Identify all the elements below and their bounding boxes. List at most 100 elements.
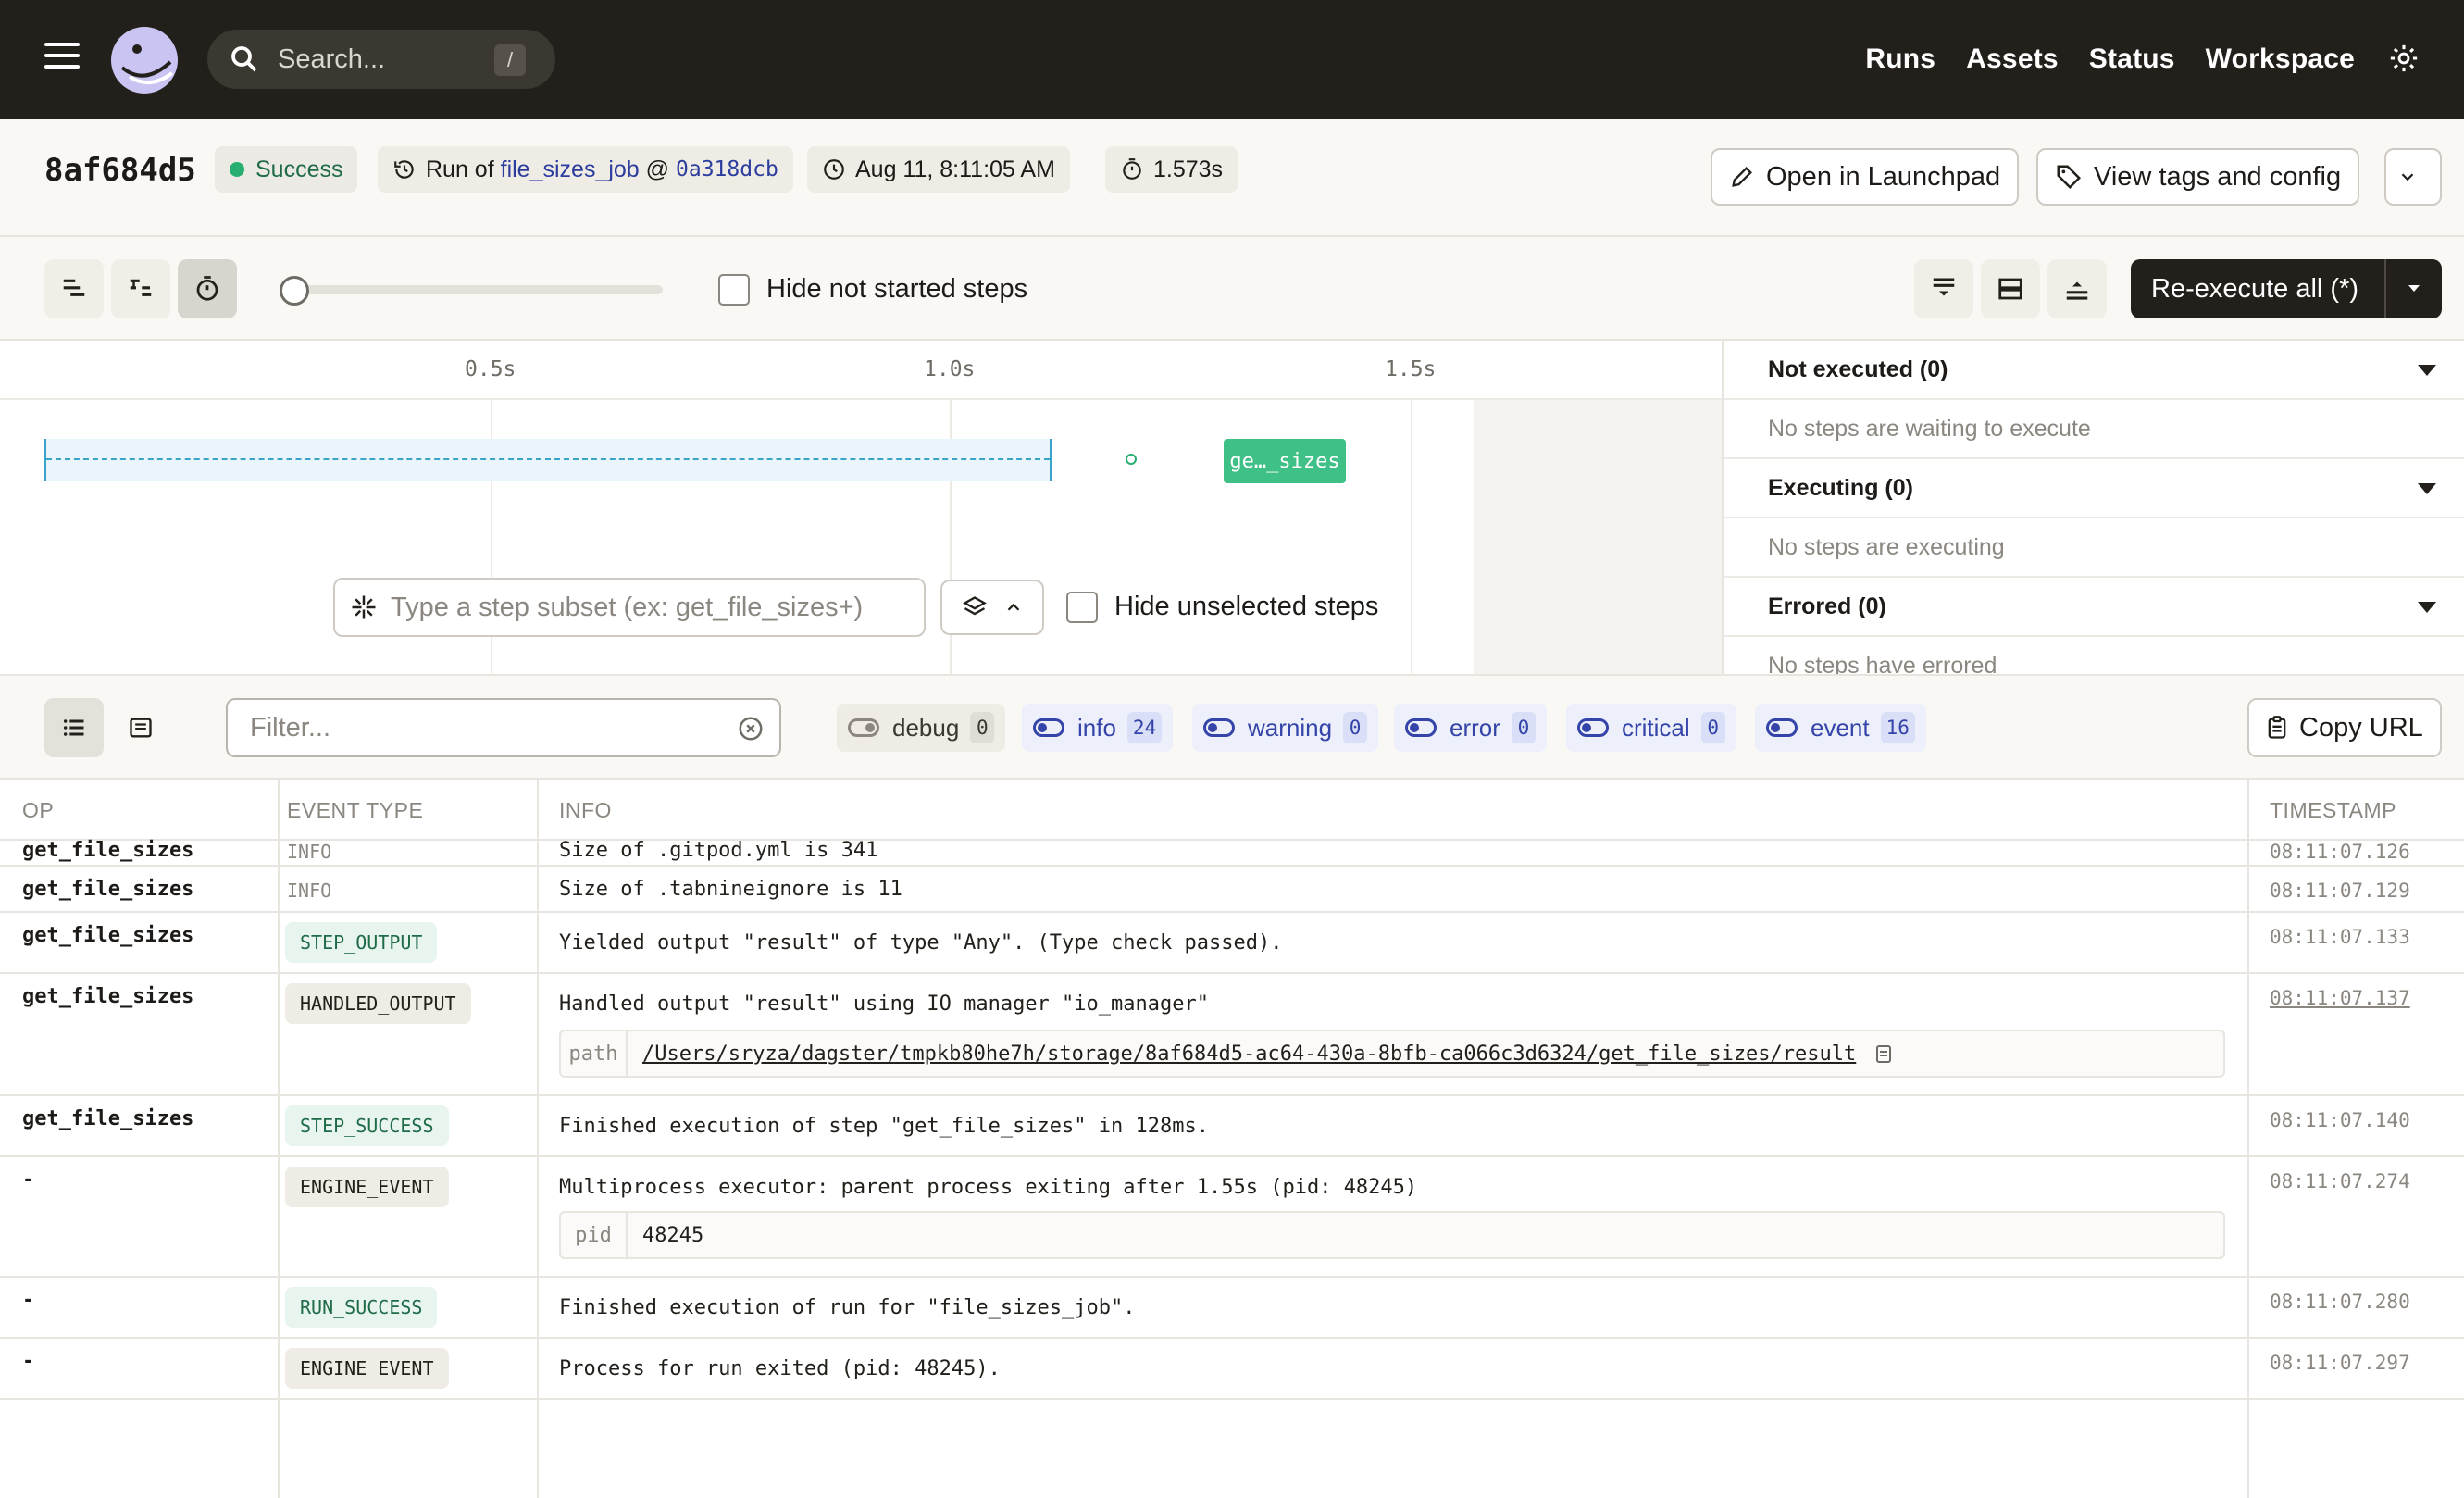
toggle-icon [848, 718, 879, 737]
clear-filter-icon[interactable] [737, 715, 765, 743]
more-actions-button[interactable] [2384, 148, 2442, 206]
zoom-slider-thumb[interactable] [280, 276, 309, 306]
executing-empty: No steps are executing [1724, 518, 2464, 578]
toggle-icon [1577, 718, 1609, 737]
event-type-badge: STEP_OUTPUT [285, 922, 438, 963]
event-type-badge: ENGINE_EVENT [285, 1348, 449, 1389]
level-toggle-critical[interactable]: critical 0 [1566, 704, 1736, 752]
step-subset-input[interactable]: Type a step subset (ex: get_file_sizes+) [333, 578, 926, 637]
log-filter-input[interactable]: Filter... [226, 698, 781, 757]
menu-icon[interactable] [44, 43, 81, 76]
job-link[interactable]: file_sizes_job [501, 156, 640, 183]
status-text: Success [255, 156, 343, 182]
nav-links: Runs Assets Status Workspace [1865, 0, 2355, 119]
log-toolbar: Filter... debug 0 info 24 warning 0 error 0 … [0, 676, 2464, 780]
history-icon [394, 160, 414, 179]
commit-link[interactable]: 0a318dcb [676, 157, 778, 181]
level-toggle-event[interactable]: event 16 [1755, 704, 1926, 752]
future-region [1474, 400, 1722, 674]
metadata-path-link[interactable]: /Users/sryza/dagster/tmpkb80he7h/storage… [628, 1042, 1895, 1066]
table-row: get_file_sizes INFO Size of .gitpod.yml … [0, 839, 2464, 867]
reexecute-all-button[interactable]: Re-execute all (*) [2131, 259, 2442, 318]
executing-header[interactable]: Executing (0) [1724, 459, 2464, 518]
gear-icon[interactable] [2388, 43, 2420, 74]
errored-header[interactable]: Errored (0) [1724, 578, 2464, 637]
sparkle-icon [352, 595, 376, 619]
hide-not-started-label: Hide not started steps [766, 274, 1028, 304]
event-type-badge: ENGINE_EVENT [285, 1167, 449, 1207]
not-executed-header[interactable]: Not executed (0) [1724, 341, 2464, 400]
log-table-header: OP EVENT TYPE INFO TIMESTAMP [0, 780, 2464, 841]
level-toggle-warning[interactable]: warning 0 [1192, 704, 1379, 752]
metadata-key: pid [561, 1213, 628, 1257]
run-id: 8af684d5 [44, 152, 196, 189]
structured-logs-button[interactable] [44, 698, 104, 757]
split-view-button[interactable] [1981, 259, 2040, 318]
metadata-entry-pid: pid 48245 [559, 1211, 2225, 1259]
toggle-icon [1033, 718, 1064, 737]
step-box-get-file-sizes[interactable]: ge…_sizes [1224, 439, 1346, 483]
column-header-event-type: EVENT TYPE [287, 798, 424, 822]
run-startup-bar [44, 439, 1052, 481]
dagster-logo-icon[interactable] [109, 25, 180, 95]
caret-down-icon [2418, 365, 2436, 376]
event-type-badge: STEP_SUCCESS [285, 1105, 449, 1146]
run-duration: 1.573s [1153, 156, 1224, 182]
level-toggle-error[interactable]: error 0 [1394, 704, 1547, 752]
copy-icon[interactable] [1873, 1042, 1895, 1065]
waterfall-icon [130, 279, 152, 296]
tag-icon [2057, 165, 2082, 190]
panel-bottom-icon [1933, 278, 1955, 296]
column-header-op: OP [22, 798, 55, 822]
expand-top-button[interactable] [2047, 259, 2107, 318]
nav-link-status[interactable]: Status [2089, 44, 2175, 75]
tick-label: 0.5s [465, 357, 516, 381]
time-axis: 0.5s 1.0s 1.5s [0, 341, 1722, 400]
waterfall-view-button[interactable] [111, 259, 170, 318]
zoom-slider[interactable] [280, 276, 663, 306]
run-of-label: Run of [426, 156, 494, 182]
chevron-up-icon [1007, 603, 1019, 611]
metadata-value: 48245 [642, 1223, 704, 1247]
search-bar[interactable]: Search... / [207, 30, 555, 89]
table-row: get_file_sizes STEP_SUCCESS Finished exe… [0, 1096, 2464, 1157]
hide-unselected-label: Hide unselected steps [1114, 592, 1379, 621]
open-launchpad-button[interactable]: Open in Launchpad [1711, 148, 2020, 206]
level-toggle-info[interactable]: info 24 [1022, 704, 1174, 752]
table-row: get_file_sizes HANDLED_OUTPUT Handled ou… [0, 974, 2464, 1096]
nav-link-runs[interactable]: Runs [1865, 44, 1935, 75]
table-row: - ENGINE_EVENT Multiprocess executor: pa… [0, 1157, 2464, 1278]
hide-unselected-checkbox[interactable] [1066, 592, 1098, 623]
run-time: Aug 11, 8:11:05 AM [855, 156, 1055, 182]
copy-url-button[interactable]: Copy URL [2247, 698, 2442, 757]
flat-view-button[interactable] [44, 259, 104, 318]
caret-down-icon [2418, 483, 2436, 494]
run-duration-pill: 1.573s [1105, 146, 1238, 193]
timeline-view-button[interactable] [178, 259, 237, 318]
expand-bottom-button[interactable] [1914, 259, 1973, 318]
timestamp-link[interactable]: 08:11:07.137 [2270, 987, 2410, 1009]
metadata-entry-path: path /Users/sryza/dagster/tmpkb80he7h/st… [559, 1030, 2225, 1078]
layers-icon [962, 596, 987, 616]
reexecute-dropdown[interactable] [2384, 259, 2442, 318]
log-table: OP EVENT TYPE INFO TIMESTAMP get_file_si… [0, 780, 2464, 1498]
search-placeholder: Search... [278, 44, 386, 74]
nav-link-workspace[interactable]: Workspace [2206, 44, 2355, 75]
graph-query-button[interactable] [940, 580, 1044, 635]
nav-link-assets[interactable]: Assets [1966, 44, 2059, 75]
hide-not-started-checkbox[interactable] [718, 274, 750, 306]
search-shortcut-key: / [494, 44, 526, 76]
log-filter-placeholder: Filter... [250, 712, 331, 743]
level-toggle-debug[interactable]: debug 0 [837, 704, 1006, 752]
stopwatch-icon [196, 276, 218, 301]
toggle-icon [1203, 718, 1235, 737]
not-executed-empty: No steps are waiting to execute [1724, 400, 2464, 459]
step-status-panel: Not executed (0) No steps are waiting to… [1722, 341, 2464, 676]
status-badge: Success [215, 146, 358, 193]
column-header-info: INFO [559, 798, 612, 822]
split-icon [1998, 278, 2022, 300]
clipboard-icon [2268, 716, 2286, 739]
raw-logs-button[interactable] [111, 698, 170, 757]
step-start-marker [1126, 454, 1137, 465]
view-tags-button[interactable]: View tags and config [2036, 148, 2360, 206]
